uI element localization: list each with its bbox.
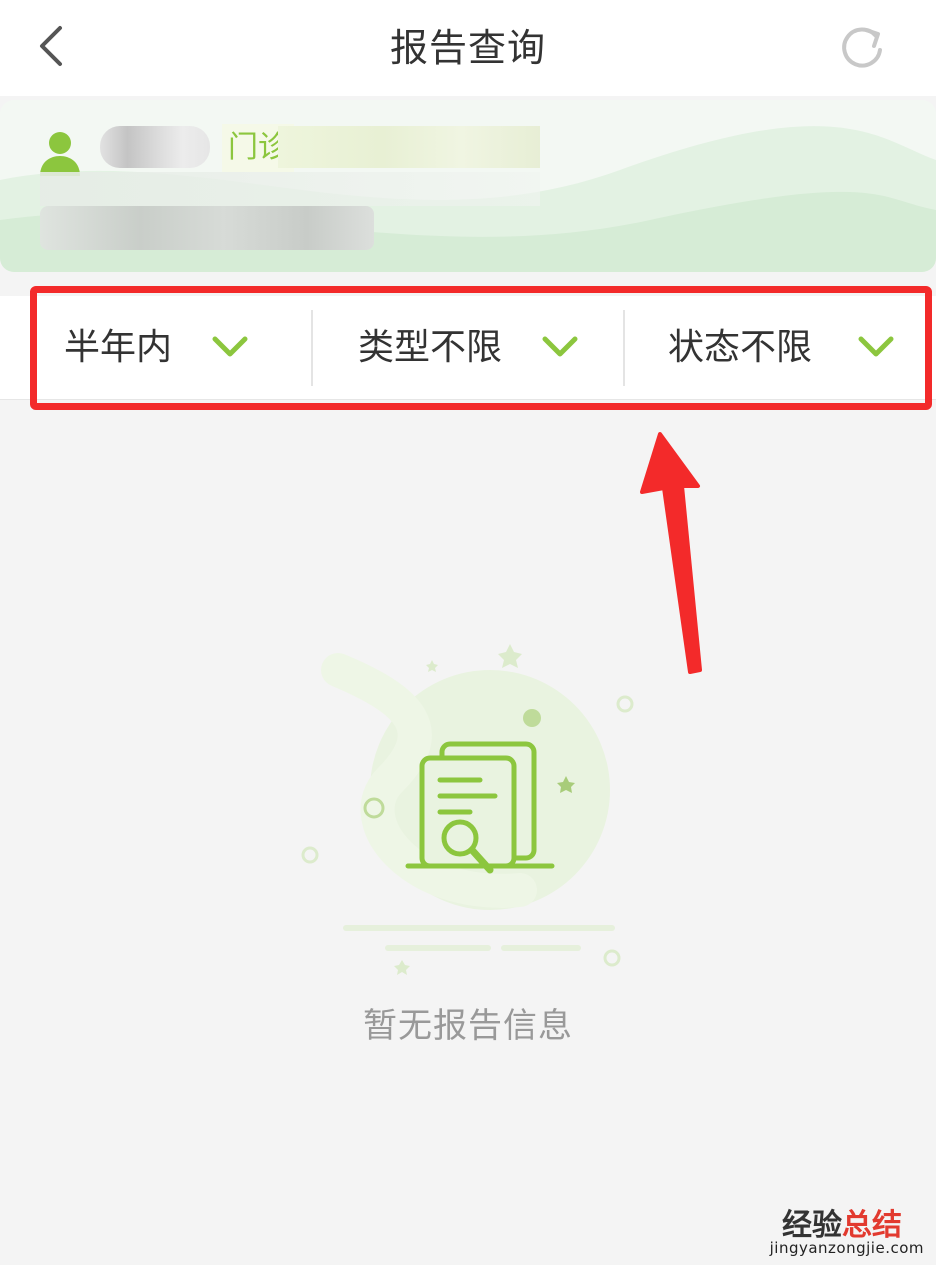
blurred-info-strip (40, 172, 540, 206)
blurred-clinic-detail (278, 126, 540, 168)
blurred-patient-id (40, 206, 374, 250)
chevron-down-icon (542, 336, 578, 357)
filter-bar: 半年内 类型不限 状态不限 (0, 296, 936, 400)
filter-time-range-label: 半年内 (64, 327, 173, 368)
watermark-url: jingyanzongjie.com (769, 1239, 924, 1257)
user-icon (40, 132, 80, 176)
refresh-icon (842, 27, 882, 68)
patient-card[interactable]: 门诊 (0, 100, 936, 272)
document-search-icon (301, 644, 634, 975)
filter-status[interactable]: 状态不限 (626, 296, 916, 400)
filter-time-range[interactable]: 半年内 (40, 296, 310, 400)
chevron-down-icon (858, 336, 894, 357)
refresh-button[interactable] (836, 22, 888, 74)
blurred-patient-name (100, 126, 210, 168)
filter-report-type[interactable]: 类型不限 (314, 296, 622, 400)
empty-state-message: 暂无报告信息 (363, 1006, 573, 1046)
chevron-down-icon (212, 336, 248, 357)
filter-divider (311, 310, 313, 386)
page-title: 报告查询 (389, 26, 546, 70)
top-nav-bar: 报告查询 (0, 0, 936, 96)
filter-report-type-label: 类型不限 (358, 327, 503, 368)
filter-divider (623, 310, 625, 386)
filter-status-label: 状态不限 (668, 327, 813, 368)
